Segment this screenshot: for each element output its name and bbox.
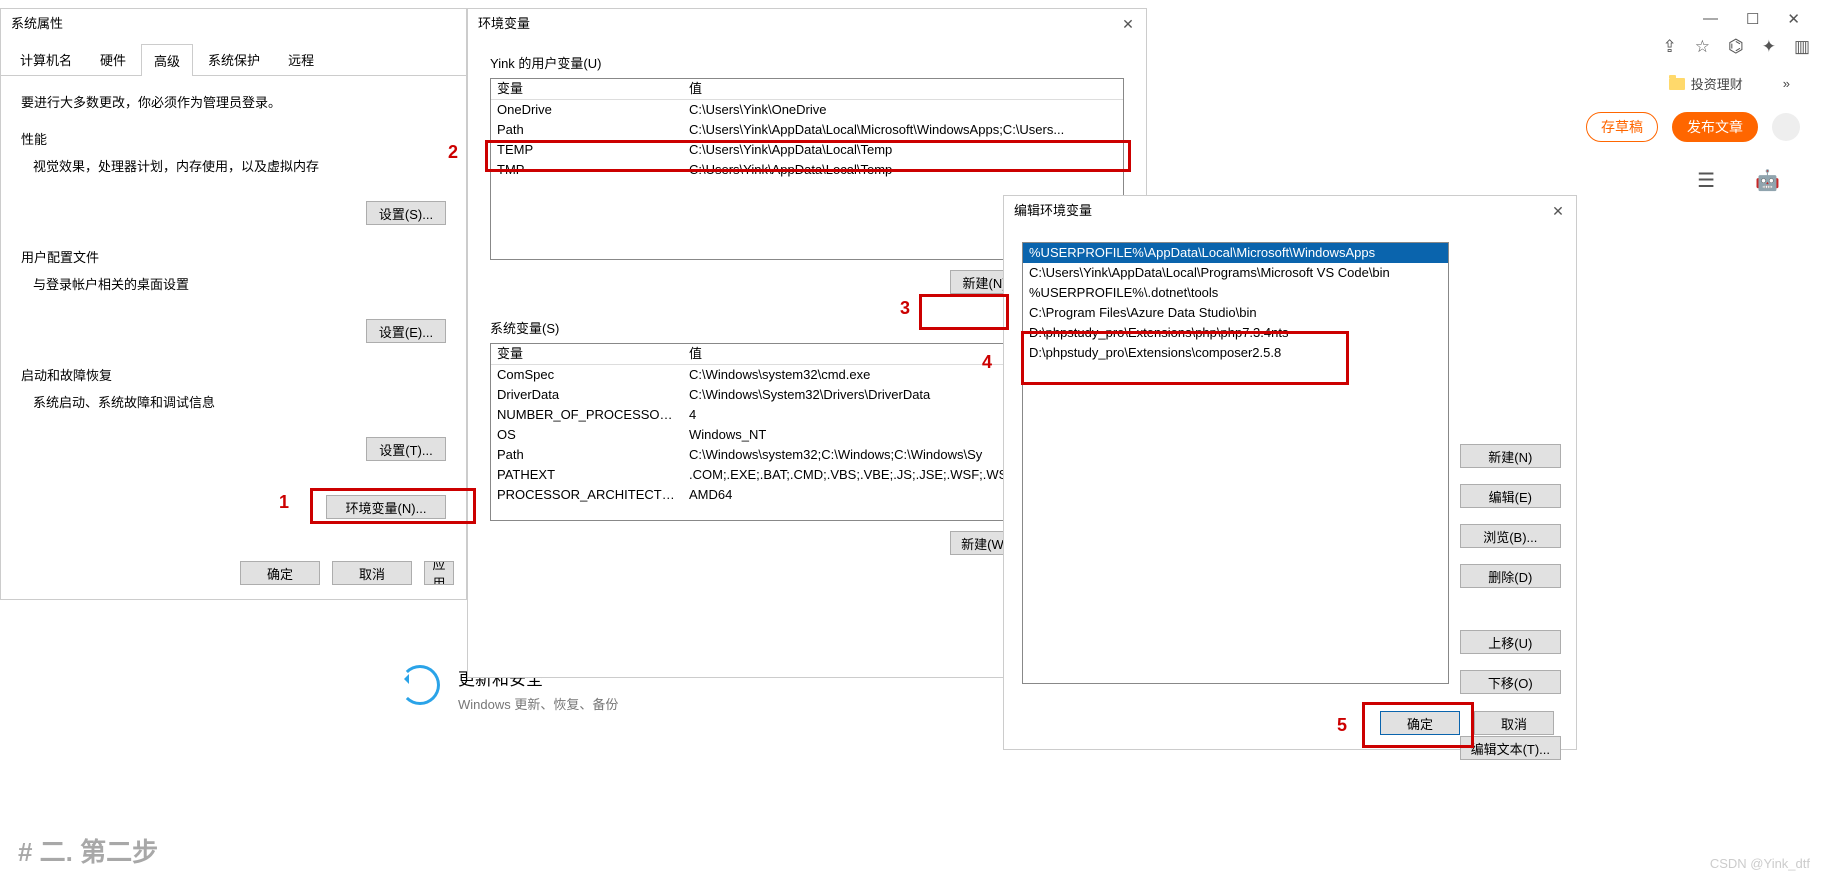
watermark: CSDN @Yink_dtf [1710,856,1810,871]
path-item: %USERPROFILE%\.dotnet\tools [1023,283,1448,303]
tab-advanced[interactable]: 高级 [141,44,193,76]
edit-text-button[interactable]: 编辑文本(T)... [1460,736,1561,760]
col-var: 变量 [491,344,683,364]
refresh-icon [400,665,440,705]
sysprops-title: 系统属性 [1,9,466,39]
robot-icon[interactable]: 🤖 [1755,168,1780,193]
window-controls: — ☐ ✕ [1703,10,1800,28]
path-item: C:\Program Files\Azure Data Studio\bin [1023,303,1448,323]
annotation-1: 1 [279,492,289,513]
path-item: D:\phpstudy_pro\Extensions\php\php7.3.4n… [1023,323,1448,343]
editvar-title: 编辑环境变量 ✕ [1004,196,1576,226]
update-subtitle: Windows 更新、恢复、备份 [458,694,618,713]
perf-title: 性能 [21,129,446,148]
annotation-4: 4 [982,352,992,373]
publish-bar: 存草稿 发布文章 [1586,112,1800,142]
close-icon[interactable]: ✕ [1118,14,1138,34]
profiles-text: 与登录帐户相关的桌面设置 [33,274,446,293]
move-up-button[interactable]: 上移(U) [1460,630,1561,654]
share-icon[interactable]: ⇪ [1662,37,1676,57]
editvar-cancel-button[interactable]: 取消 [1474,711,1554,735]
startup-settings-button[interactable]: 设置(T)... [366,437,446,461]
admin-note: 要进行大多数更改，你必须作为管理员登录。 [21,92,446,111]
sysprops-ok-button[interactable]: 确定 [240,561,320,585]
sysprops-tabs: 计算机名 硬件 高级 系统保护 远程 [1,39,466,76]
annotation-2: 2 [448,142,458,163]
system-properties-dialog: 系统属性 计算机名 硬件 高级 系统保护 远程 要进行大多数更改，你必须作为管理… [0,8,467,600]
user-row: TEMPC:\Users\Yink\AppData\Local\Temp [491,140,1123,160]
editvar-title-text: 编辑环境变量 [1014,203,1092,218]
user-row: TMPC:\Users\Yink\AppData\Local\Temp [491,160,1123,180]
path-list[interactable]: %USERPROFILE%\AppData\Local\Microsoft\Wi… [1022,242,1449,684]
close-icon[interactable]: ✕ [1787,10,1800,28]
edit-env-var-dialog: 编辑环境变量 ✕ %USERPROFILE%\AppData\Local\Mic… [1003,195,1577,750]
envvars-title-text: 环境变量 [478,16,530,31]
publish-button[interactable]: 发布文章 [1672,112,1758,142]
col-val: 值 [683,79,1123,99]
startup-title: 启动和故障恢复 [21,365,446,384]
bookmark-bar: 投资理财 » [1669,74,1790,93]
star-icon[interactable]: ☆ [1695,37,1710,57]
envvars-title: 环境变量 ✕ [468,9,1146,39]
perf-settings-button[interactable]: 设置(S)... [366,201,446,225]
list-icon[interactable]: ☰ [1697,168,1715,193]
panel-icon[interactable]: ▥ [1794,37,1810,57]
avatar[interactable] [1772,113,1800,141]
close-icon[interactable]: ✕ [1548,201,1568,221]
puzzle-icon[interactable]: ✦ [1762,37,1776,57]
extension-icon[interactable]: ⌬ [1728,36,1744,57]
annotation-3: 3 [900,298,910,319]
profiles-settings-button[interactable]: 设置(E)... [366,319,446,343]
delete-button[interactable]: 删除(D) [1460,564,1561,588]
minimize-icon[interactable]: — [1703,10,1718,28]
save-draft-button[interactable]: 存草稿 [1586,112,1658,142]
editvar-ok-button[interactable]: 确定 [1380,711,1460,735]
user-vars-label: Yink 的用户变量(U) [490,53,1124,72]
path-item: %USERPROFILE%\AppData\Local\Microsoft\Wi… [1023,243,1448,263]
tab-remote[interactable]: 远程 [275,43,327,75]
perf-text: 视觉效果，处理器计划，内存使用，以及虚拟内存 [33,156,446,175]
tab-computer-name[interactable]: 计算机名 [7,43,85,75]
profiles-title: 用户配置文件 [21,247,446,266]
browse-button[interactable]: 浏览(B)... [1460,524,1561,548]
tab-system-protection[interactable]: 系统保护 [195,43,273,75]
env-vars-button[interactable]: 环境变量(N)... [326,495,446,519]
move-down-button[interactable]: 下移(O) [1460,670,1561,694]
startup-text: 系统启动、系统故障和调试信息 [33,392,446,411]
side-tools: ☰ 🤖 [1697,168,1780,193]
tab-hardware[interactable]: 硬件 [87,43,139,75]
path-item: C:\Users\Yink\AppData\Local\Programs\Mic… [1023,263,1448,283]
overflow-icon[interactable]: » [1783,76,1790,91]
step-heading: # 二. 第二步 [18,832,158,869]
new-button[interactable]: 新建(N) [1460,444,1561,468]
user-row: PathC:\Users\Yink\AppData\Local\Microsof… [491,120,1123,140]
bookmark-label[interactable]: 投资理财 [1691,74,1743,93]
user-row: OneDriveC:\Users\Yink\OneDrive [491,100,1123,120]
path-item: D:\phpstudy_pro\Extensions\composer2.5.8 [1023,343,1448,363]
edit-button[interactable]: 编辑(E) [1460,484,1561,508]
sysprops-apply-button[interactable]: 应用 [424,561,454,585]
folder-icon [1669,78,1685,90]
col-var: 变量 [491,79,683,99]
sysprops-cancel-button[interactable]: 取消 [332,561,412,585]
annotation-5: 5 [1337,715,1347,736]
browser-toolbar: ⇪ ☆ ⌬ ✦ ▥ [1662,36,1810,57]
maximize-icon[interactable]: ☐ [1746,10,1759,28]
